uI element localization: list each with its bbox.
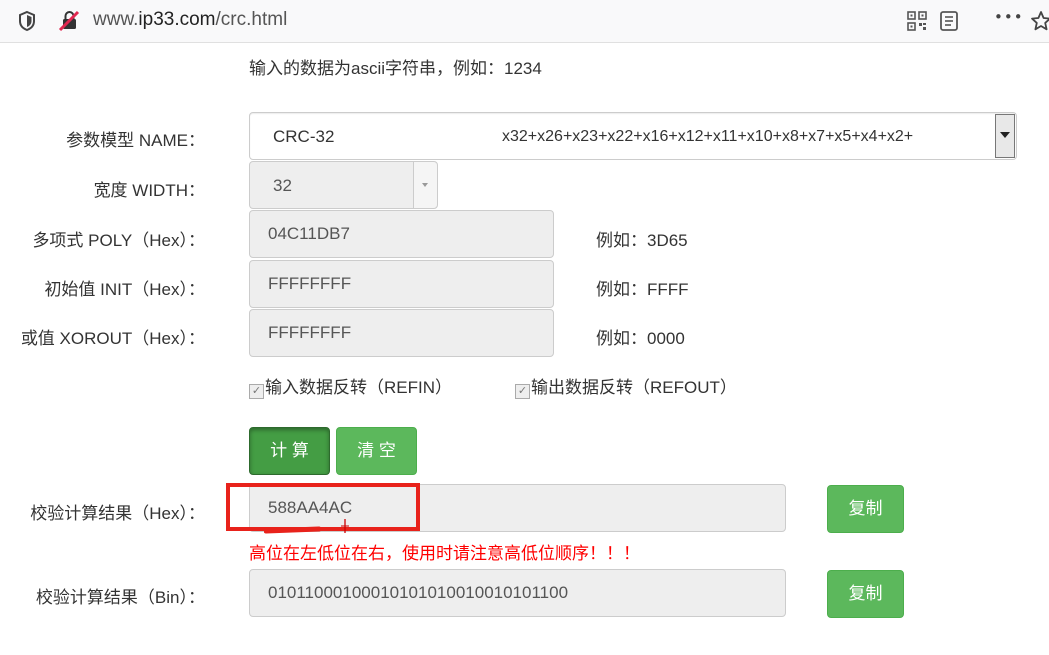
init-label: 初始值 INIT（Hex）： <box>44 280 205 299</box>
reader-view-icon[interactable] <box>938 10 960 32</box>
name-select-value: CRC-32 <box>273 127 335 146</box>
annotation-mark-icon <box>263 520 324 534</box>
xorout-label: 或值 XOROUT（Hex）： <box>20 329 205 348</box>
poly-input[interactable]: 04C11DB7 <box>249 210 554 258</box>
url-path: /crc.html <box>215 9 288 30</box>
bookmark-star-icon[interactable] <box>1030 10 1049 32</box>
copy-hex-button[interactable]: 复制 <box>827 485 904 533</box>
bit-order-warning: 高位在左低位在右，使用时请注意高低位顺序！！！ <box>249 544 640 563</box>
url-text[interactable]: www.ip33.com/crc.html <box>93 9 287 31</box>
shield-icon[interactable] <box>18 10 36 32</box>
xorout-example: 例如：0000 <box>596 329 685 348</box>
init-example: 例如：FFFF <box>596 280 689 299</box>
result-bin-output[interactable]: 01011000100010101010010010101100 <box>249 569 786 617</box>
width-dropdown-arrow-icon[interactable] <box>413 162 437 208</box>
width-select[interactable]: 32 <box>249 161 438 209</box>
insecure-lock-icon[interactable] <box>57 9 81 33</box>
refout-label: 输出数据反转（REFOUT） <box>531 378 737 397</box>
browser-address-bar: www.ip33.com/crc.html ••• <box>0 0 1049 43</box>
refin-label: 输入数据反转（REFIN） <box>265 378 452 397</box>
width-label: 宽度 WIDTH： <box>93 181 205 200</box>
result-bin-label: 校验计算结果（Bin）： <box>35 588 205 607</box>
init-input[interactable]: FFFFFFFF <box>249 260 554 308</box>
more-actions-icon[interactable]: ••• <box>994 8 1024 26</box>
name-select[interactable]: CRC-32 x32+x26+x23+x22+x16+x12+x11+x10+x… <box>249 112 1017 160</box>
refin-checkbox[interactable]: ✓ 输入数据反转（REFIN） <box>249 373 452 399</box>
dropdown-arrow-icon[interactable] <box>995 114 1015 158</box>
xorout-input[interactable]: FFFFFFFF <box>249 309 554 357</box>
poly-example: 例如：3D65 <box>596 231 688 250</box>
qr-code-icon[interactable] <box>906 10 928 32</box>
poly-label: 多项式 POLY（Hex）： <box>32 231 205 250</box>
url-prefix: www. <box>93 9 139 30</box>
url-domain: ip33.com <box>138 9 216 30</box>
copy-bin-button[interactable]: 复制 <box>827 570 904 618</box>
calculate-button[interactable]: 计 算 <box>249 427 330 475</box>
refin-check-icon[interactable]: ✓ <box>249 384 264 399</box>
width-select-value: 32 <box>273 176 292 195</box>
text-cursor-icon <box>339 518 351 534</box>
result-hex-label: 校验计算结果（Hex）： <box>30 504 205 523</box>
poly-formula-text: x32+x26+x23+x22+x16+x12+x11+x10+x8+x7+x5… <box>502 128 914 145</box>
name-label: 参数模型 NAME： <box>66 131 205 150</box>
refout-checkbox[interactable]: ✓ 输出数据反转（REFOUT） <box>515 373 737 399</box>
intro-text: 输入的数据为ascii字符串，例如：1234 <box>249 59 542 78</box>
refout-check-icon[interactable]: ✓ <box>515 384 530 399</box>
clear-button[interactable]: 清 空 <box>336 427 417 475</box>
